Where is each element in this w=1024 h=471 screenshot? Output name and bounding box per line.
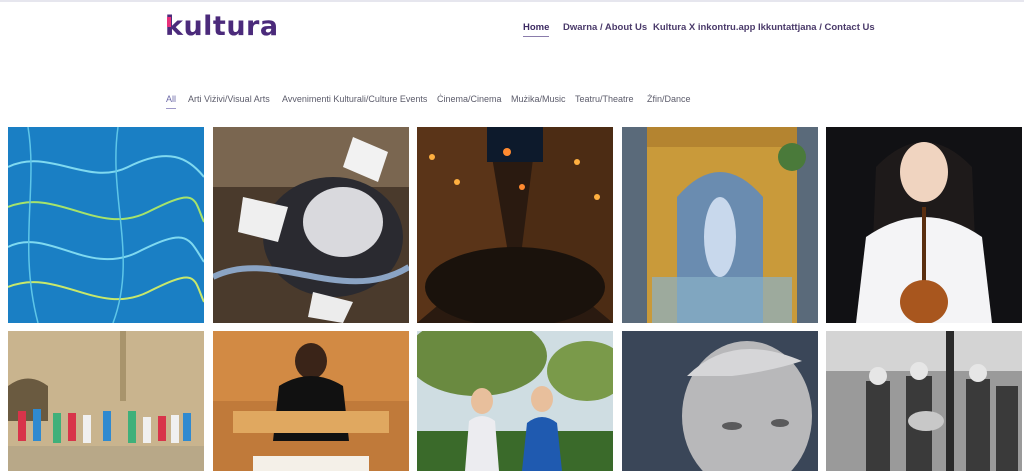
- organist-image: [213, 331, 409, 471]
- logo-text: kultura: [165, 11, 279, 42]
- street-night-image: [417, 127, 613, 323]
- filter-theatre[interactable]: Teatru/Theatre: [575, 93, 634, 105]
- gallery-tile-organist[interactable]: [213, 331, 409, 471]
- nav-home[interactable]: Home: [523, 21, 550, 37]
- filter-visual-arts[interactable]: Arti Viżivi/Visual Arts: [188, 93, 270, 105]
- paper-sculpture-image: [213, 127, 409, 323]
- gallery-tile-violinist[interactable]: [826, 127, 1022, 323]
- gallery-tile-paper-sculpture[interactable]: [213, 127, 409, 323]
- statue-head-image: [622, 331, 818, 471]
- violinist-image: [826, 127, 1022, 323]
- youth-orchestra-image: [8, 331, 204, 471]
- abstract-lines-image: [8, 127, 204, 323]
- nav-about-us[interactable]: Dwarna / About Us: [563, 21, 647, 35]
- gallery-tile-street-night[interactable]: [417, 127, 613, 323]
- filter-culture-events[interactable]: Avvenimenti Kulturali/Culture Events: [282, 93, 427, 105]
- nav-kultura-x-inkontru[interactable]: Kultura X inkontru.app: [653, 21, 755, 35]
- filter-cinema[interactable]: Ċinema/Cinema: [437, 93, 502, 105]
- nav-contact-us[interactable]: Ikkuntattjana / Contact Us: [758, 21, 875, 35]
- band-photo-image: [826, 331, 1022, 471]
- gallery-tile-youth-orchestra[interactable]: [8, 331, 204, 471]
- kultura-logo[interactable]: kultura: [165, 10, 279, 44]
- top-border: [0, 0, 1024, 2]
- filter-all[interactable]: All: [166, 93, 177, 109]
- gallery-tile-abstract-lines[interactable]: [8, 127, 204, 323]
- church-painting-image: [622, 127, 818, 323]
- filter-music[interactable]: Mużika/Music: [511, 93, 566, 105]
- two-women-image: [417, 331, 613, 471]
- gallery-tile-two-women[interactable]: [417, 331, 613, 471]
- gallery-tile-church-painting[interactable]: [622, 127, 818, 323]
- gallery-tile-band-photo[interactable]: [826, 331, 1022, 471]
- gallery-tile-statue-head[interactable]: [622, 331, 818, 471]
- filter-dance[interactable]: Żfin/Dance: [647, 93, 691, 105]
